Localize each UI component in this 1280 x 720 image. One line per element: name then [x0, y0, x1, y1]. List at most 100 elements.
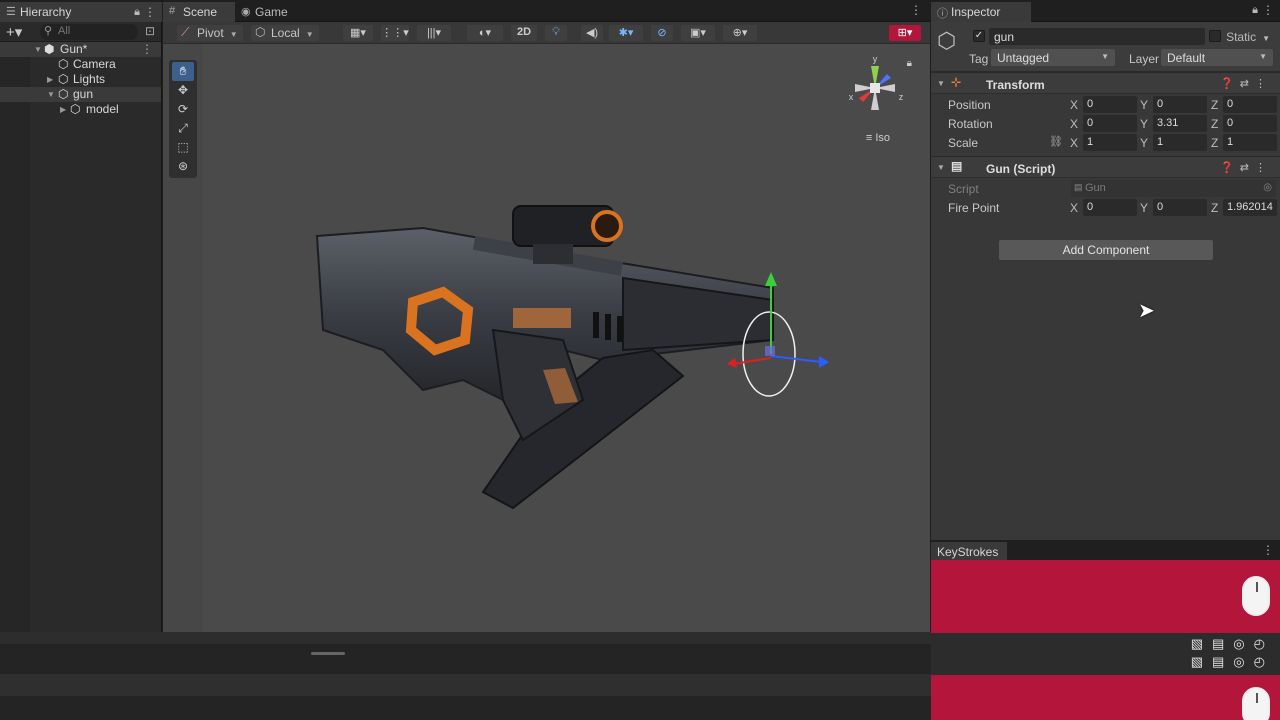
expand-arrow-icon[interactable]: ▼	[34, 45, 42, 54]
scene-visibility-icon[interactable]: ⊡	[145, 24, 155, 38]
gizmo-projection-label[interactable]: ≡ Iso	[866, 132, 890, 144]
fire-point-z-field[interactable]: 1.962014	[1223, 199, 1277, 216]
tag-dropdown[interactable]: Untagged ▼	[991, 49, 1115, 66]
rotation-z-field[interactable]: 0	[1223, 115, 1277, 132]
transform-header[interactable]: ▼ ⊹ Transform ❓⇄⋮	[931, 72, 1280, 94]
rotation-x-field[interactable]: 0	[1083, 115, 1137, 132]
active-checkbox[interactable]: ✓	[973, 30, 985, 42]
scale-y-field[interactable]: 1	[1153, 134, 1207, 151]
scale-z-field[interactable]: 1	[1223, 134, 1277, 151]
hierarchy-item-lights[interactable]: ▶ ⬡ Lights	[0, 72, 161, 87]
lock-icon[interactable]: 🔒︎	[907, 58, 912, 69]
gun-script-header[interactable]: ▼ ▤ Gun (Script) ❓⇄⋮	[931, 156, 1280, 178]
hand-tool-icon[interactable]: ✋︎	[172, 62, 194, 81]
lock-icon[interactable]: 🔒︎	[1252, 4, 1258, 17]
keystroke-tool-icons[interactable]: ▧▤◎◴	[1191, 636, 1274, 652]
transform-tool-icon[interactable]: ⊛	[172, 157, 194, 176]
rect-tool-icon[interactable]: ⬚	[172, 138, 194, 157]
hierarchy-item-model[interactable]: ▶ ⬡ model	[0, 102, 161, 117]
static-dropdown[interactable]: Static ▼	[1226, 30, 1270, 44]
gameobject-icon: ⬡	[58, 87, 69, 101]
more-icon[interactable]: ⋮	[1262, 3, 1274, 17]
layer-label: Layer	[1129, 52, 1160, 66]
local-dropdown[interactable]: ⬡ Local ▼	[251, 25, 319, 41]
inspector-tabbar: ⓘ Inspector 🔒︎ ⋮	[931, 0, 1280, 22]
scale-tool-icon[interactable]: ⤢	[172, 119, 194, 138]
list-icon: ☰	[6, 6, 16, 18]
gizmo-axis-y: y	[873, 54, 878, 64]
orientation-gizmo[interactable]: y x z	[845, 54, 905, 122]
gizmo-axis-z: z	[899, 92, 904, 102]
hierarchy-item-gun[interactable]: ▼ ⬡ gun	[0, 87, 161, 102]
hidden-objects-button[interactable]: ⊘	[651, 25, 673, 41]
pivot-label: Pivot	[197, 26, 224, 40]
rotate-tool-icon[interactable]: ⟳	[172, 100, 194, 119]
axis-x-label: X	[1070, 117, 1079, 131]
axis-y-label: Y	[1140, 136, 1149, 150]
add-icon[interactable]: +▾	[6, 23, 22, 41]
script-field: ▤ Gun ◎	[1071, 180, 1276, 197]
hierarchy-item-camera[interactable]: ⬡ Camera	[0, 57, 161, 72]
collapse-arrow-icon[interactable]: ▼	[937, 163, 945, 172]
more-icon[interactable]: ⋮	[144, 5, 156, 19]
shading-mode-button[interactable]: ◐▾	[467, 25, 503, 41]
script-value: Gun	[1085, 182, 1106, 194]
effects-button[interactable]: ✱▾	[609, 25, 643, 41]
scene-tools: ✋︎ ✥ ⟳ ⤢ ⬚ ⊛	[169, 60, 197, 178]
fire-point-x-field[interactable]: 0	[1083, 199, 1137, 216]
scene-toolbar: ⟋ Pivot ▼ ⬡ Local ▼ ▦▾ ⋮⋮▾ |||▾ ◐▾ 2D 💡︎ ◀…	[163, 22, 930, 44]
add-component-button[interactable]: Add Component	[999, 240, 1213, 260]
hierarchy-item-label: Gun*	[60, 42, 88, 56]
more-icon[interactable]: ⋮	[141, 42, 153, 56]
gun-model[interactable]	[303, 190, 863, 520]
position-x-field[interactable]: 0	[1083, 96, 1137, 113]
grid-snap-button[interactable]: ▦▾	[343, 25, 373, 41]
expand-arrow-icon[interactable]: ▶	[60, 105, 66, 114]
layer-dropdown[interactable]: Default ▼	[1161, 49, 1273, 66]
search-input[interactable]: ⚲ All	[40, 24, 138, 40]
pivot-dropdown[interactable]: ⟋ Pivot ▼	[177, 25, 243, 41]
axis-x-label: X	[1070, 136, 1079, 150]
mouse-cursor-icon: ➤	[1138, 300, 1155, 322]
rotation-label: Rotation	[948, 117, 993, 131]
expand-arrow-icon[interactable]: ▼	[47, 90, 55, 99]
gizmos-button[interactable]: ⊕▾	[723, 25, 757, 41]
lighting-button[interactable]: 💡︎	[545, 25, 567, 41]
tab-hierarchy[interactable]: ☰ Hierarchy 🔒︎ ⋮	[0, 2, 162, 22]
collapse-arrow-icon[interactable]: ▼	[937, 79, 945, 88]
scale-x-field[interactable]: 1	[1083, 134, 1137, 151]
overlay-button[interactable]: ⊞▾	[889, 25, 921, 41]
rotation-y-field[interactable]: 3.31	[1153, 115, 1207, 132]
component-header-icons[interactable]: ❓⇄⋮	[1220, 161, 1272, 174]
tab-keystrokes[interactable]: KeyStrokes	[931, 542, 1007, 562]
hierarchy-item-label: model	[86, 102, 119, 116]
fire-point-y-field[interactable]: 0	[1153, 199, 1207, 216]
tab-game[interactable]: ◉ Game	[235, 2, 307, 22]
gameobject-icon: ⬡	[937, 28, 957, 53]
constrain-proportions-icon[interactable]: ⛓︎	[1049, 135, 1063, 148]
static-checkbox[interactable]	[1209, 30, 1221, 42]
component-header-icons[interactable]: ❓⇄⋮	[1220, 77, 1272, 90]
axis-y-label: Y	[1140, 117, 1149, 131]
more-icon[interactable]: ⋮	[910, 3, 922, 17]
position-y-field[interactable]: 0	[1153, 96, 1207, 113]
grid-button[interactable]: ⋮⋮▾	[381, 25, 409, 41]
move-tool-icon[interactable]: ✥	[172, 81, 194, 100]
more-icon[interactable]: ⋮	[1262, 543, 1274, 557]
keystroke-tool-icons[interactable]: ▧▤◎◴	[1191, 654, 1274, 670]
resize-handle[interactable]	[311, 652, 345, 655]
chevron-down-icon: ▼	[1262, 34, 1270, 43]
position-z-field[interactable]: 0	[1223, 96, 1277, 113]
hierarchy-item-gun-scene[interactable]: ▼ ⬢ Gun* ⋮	[0, 42, 161, 57]
tab-scene[interactable]: # Scene	[163, 2, 235, 22]
expand-arrow-icon[interactable]: ▶	[47, 75, 53, 84]
camera-settings-button[interactable]: ▣▾	[681, 25, 715, 41]
object-name-field[interactable]: gun	[989, 28, 1205, 45]
mode-2d-button[interactable]: 2D	[511, 25, 537, 41]
gizmo-axis-x: x	[849, 92, 854, 102]
increment-snap-button[interactable]: |||▾	[417, 25, 451, 41]
gamepad-icon: ◉	[241, 6, 251, 18]
lock-icon[interactable]: 🔒︎	[134, 6, 140, 19]
audio-button[interactable]: ◀)	[581, 25, 603, 41]
tab-inspector[interactable]: ⓘ Inspector	[931, 2, 1031, 22]
